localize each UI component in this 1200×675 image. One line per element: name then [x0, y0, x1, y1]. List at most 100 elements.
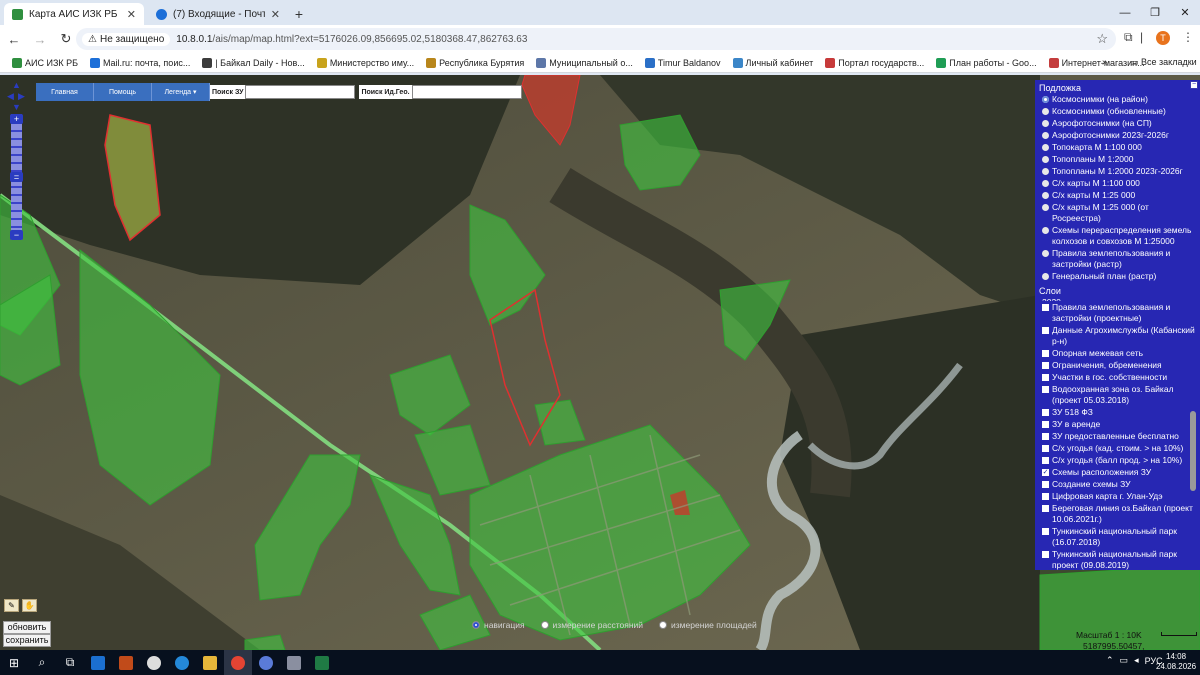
radio-button[interactable] — [1042, 144, 1049, 151]
radio-button[interactable] — [1042, 273, 1049, 280]
layer-option[interactable]: Водоохранная зона оз. Байкал (проект 05.… — [1035, 384, 1200, 406]
zoom-out-button[interactable]: − — [10, 230, 23, 240]
layer-option[interactable]: С/х угодья (балл прод. > на 10%) — [1035, 455, 1200, 466]
checkbox-icon[interactable] — [1042, 481, 1049, 488]
layer-option[interactable]: Участки в гос. собственности — [1035, 372, 1200, 383]
legend-button[interactable]: Легенда ▾ — [152, 83, 210, 101]
menu-dots-icon[interactable]: ⋮ — [1182, 30, 1194, 44]
bookmark-item[interactable]: Портал государств... — [825, 57, 924, 68]
layer-option[interactable]: Ограничения, обременения — [1035, 360, 1200, 371]
checkbox-icon[interactable] — [1042, 304, 1049, 311]
chevron-right-icon[interactable]: » — [1102, 57, 1108, 68]
basemap-option[interactable]: С/х карты М 1:25 000 (от Росреестра) — [1035, 202, 1200, 224]
pan-down-icon[interactable]: ▼ — [12, 102, 21, 112]
bookmark-item[interactable]: Личный кабинет — [732, 57, 813, 68]
zoom-in-button[interactable]: + — [10, 114, 23, 124]
close-icon[interactable]: ✕ — [127, 8, 136, 21]
radio-distance[interactable] — [540, 621, 549, 629]
basemap-option[interactable]: С/х карты М 1:25 000 — [1035, 190, 1200, 201]
photo-app-icon[interactable] — [280, 650, 308, 675]
bookmark-item[interactable]: Республика Бурятия — [426, 57, 524, 68]
radio-button[interactable] — [1042, 227, 1049, 234]
basemap-option[interactable]: Топокарта М 1:100 000 — [1035, 142, 1200, 153]
layer-option[interactable]: ЗУ предоставленные бесплатно — [1035, 431, 1200, 442]
layer-option[interactable]: Тункинский национальный парк (16.07.2018… — [1035, 526, 1200, 548]
layer-option[interactable]: Береговая линия оз.Байкал (проект 10.06.… — [1035, 503, 1200, 525]
bookmark-item[interactable]: Timur Baldanov — [644, 57, 721, 68]
radio-button[interactable] — [1042, 132, 1049, 139]
pan-left-icon[interactable]: ◀ — [7, 91, 14, 102]
checkbox-icon[interactable] — [1042, 445, 1049, 452]
yandex-icon[interactable] — [252, 650, 280, 675]
bookmark-item[interactable]: Министерство иму... — [316, 57, 414, 68]
radio-button[interactable] — [1042, 204, 1049, 211]
checkbox-icon[interactable] — [1042, 505, 1049, 512]
radio-button[interactable] — [1042, 156, 1049, 163]
reload-icon[interactable]: ↻ — [54, 27, 78, 51]
close-window-icon[interactable]: ✕ — [1170, 0, 1200, 25]
layer-option[interactable]: С/х угодья (кад. стоим. > на 10%) — [1035, 443, 1200, 454]
basemap-option[interactable]: Схемы перераспределения земель колхозов … — [1035, 225, 1200, 247]
refresh-button[interactable]: обновить — [3, 621, 51, 634]
network-icon[interactable]: ▭ — [1120, 655, 1129, 666]
layer-option[interactable]: Опорная межевая сеть — [1035, 348, 1200, 359]
extensions-icon[interactable]: ⧉ — [1124, 30, 1133, 45]
basemap-option[interactable]: Космоснимки (обновленные) — [1035, 106, 1200, 117]
bookmark-item[interactable]: Муниципальный о... — [536, 57, 633, 68]
restore-icon[interactable]: ❐ — [1140, 0, 1170, 25]
layer-option[interactable]: ЗУ 518 ФЗ — [1035, 407, 1200, 418]
collapse-panel-button[interactable]: − — [1190, 81, 1198, 89]
help-button[interactable]: Помощь — [94, 83, 152, 101]
pan-arrows[interactable]: ▲ ◀ ▶ ▼ — [7, 80, 25, 114]
basemap-option[interactable]: Аэрофотоснимки (на СП) — [1035, 118, 1200, 129]
checkbox-icon[interactable] — [1042, 386, 1049, 393]
clock[interactable]: 14:08 24.08.2026 — [1156, 652, 1196, 672]
forward-arrow-icon[interactable]: → — [28, 27, 52, 51]
checkbox-icon[interactable] — [1042, 433, 1049, 440]
draw-tool-icon[interactable]: ✎ — [4, 599, 19, 612]
home-button[interactable]: Главная — [36, 83, 94, 101]
address-bar[interactable]: ⚠ Не защищено 10.8.0.1/ais/map/map.html?… — [76, 28, 1116, 50]
zoom-slider[interactable]: + = − — [10, 114, 23, 240]
app-c-icon[interactable] — [140, 650, 168, 675]
radio-button[interactable] — [1042, 96, 1049, 103]
radio-button[interactable] — [1042, 168, 1049, 175]
radio-button[interactable] — [1042, 180, 1049, 187]
all-bookmarks-button[interactable]: ▭ Все закладки — [1130, 57, 1197, 68]
pan-up-icon[interactable]: ▲ — [12, 80, 21, 90]
url-text[interactable]: 10.8.0.1/ais/map/map.html?ext=5176026.09… — [176, 34, 527, 45]
layer-option[interactable]: Цифровая карта г. Улан-Удэ — [1035, 491, 1200, 502]
volume-icon[interactable]: ◂ — [1134, 655, 1139, 666]
basemap-option[interactable]: Генеральный план (растр) — [1035, 271, 1200, 282]
radio-button[interactable] — [1042, 120, 1049, 127]
media-app-icon[interactable] — [112, 650, 140, 675]
map-viewport[interactable]: ▲ ◀ ▶ ▼ + = − Главная Помощь Легенда ▾ П… — [0, 75, 1200, 650]
layer-option[interactable]: ✓ Схемы расположения ЗУ — [1035, 467, 1200, 478]
basemap-option[interactable]: Топопланы М 1:2000 — [1035, 154, 1200, 165]
layer-option[interactable]: Создание схемы ЗУ — [1035, 479, 1200, 490]
bookmark-item[interactable]: Mail.ru: почта, поис... — [90, 57, 190, 68]
basemap-option[interactable]: Аэрофотоснимки 2023г-2026г — [1035, 130, 1200, 141]
mode-distance[interactable]: измерение расстояний — [540, 620, 643, 630]
tab-ais-map[interactable]: Карта АИС ИЗК РБ ✕ — [4, 3, 144, 25]
layer-option[interactable]: Данные Агрохимслужбы (Кабанский р-н) — [1035, 325, 1200, 347]
checkbox-icon[interactable] — [1042, 493, 1049, 500]
checkbox-icon[interactable] — [1042, 528, 1049, 535]
bookmark-star-icon[interactable]: ☆ — [1096, 31, 1108, 47]
radio-button[interactable] — [1042, 192, 1049, 199]
radio-button[interactable] — [1042, 108, 1049, 115]
chrome-icon[interactable] — [224, 650, 252, 675]
task-view-icon[interactable]: ⧉ — [56, 650, 84, 675]
radio-area[interactable] — [659, 621, 668, 629]
search-zu-input[interactable] — [245, 85, 356, 99]
checkbox-icon[interactable] — [1042, 362, 1049, 369]
panel-scrollbar[interactable] — [1190, 411, 1196, 491]
hand-tool-icon[interactable]: ✋ — [22, 599, 37, 612]
layer-option[interactable]: Тункинский национальный парк проект (09.… — [1035, 549, 1200, 570]
excel-icon[interactable] — [308, 650, 336, 675]
security-chip[interactable]: ⚠ Не защищено — [82, 32, 171, 46]
checkbox-icon[interactable] — [1042, 374, 1049, 381]
search-icon[interactable]: ⌕ — [28, 650, 56, 675]
bookmark-item[interactable]: План работы - Goo... — [936, 57, 1037, 68]
new-tab-button[interactable]: + — [288, 3, 310, 25]
